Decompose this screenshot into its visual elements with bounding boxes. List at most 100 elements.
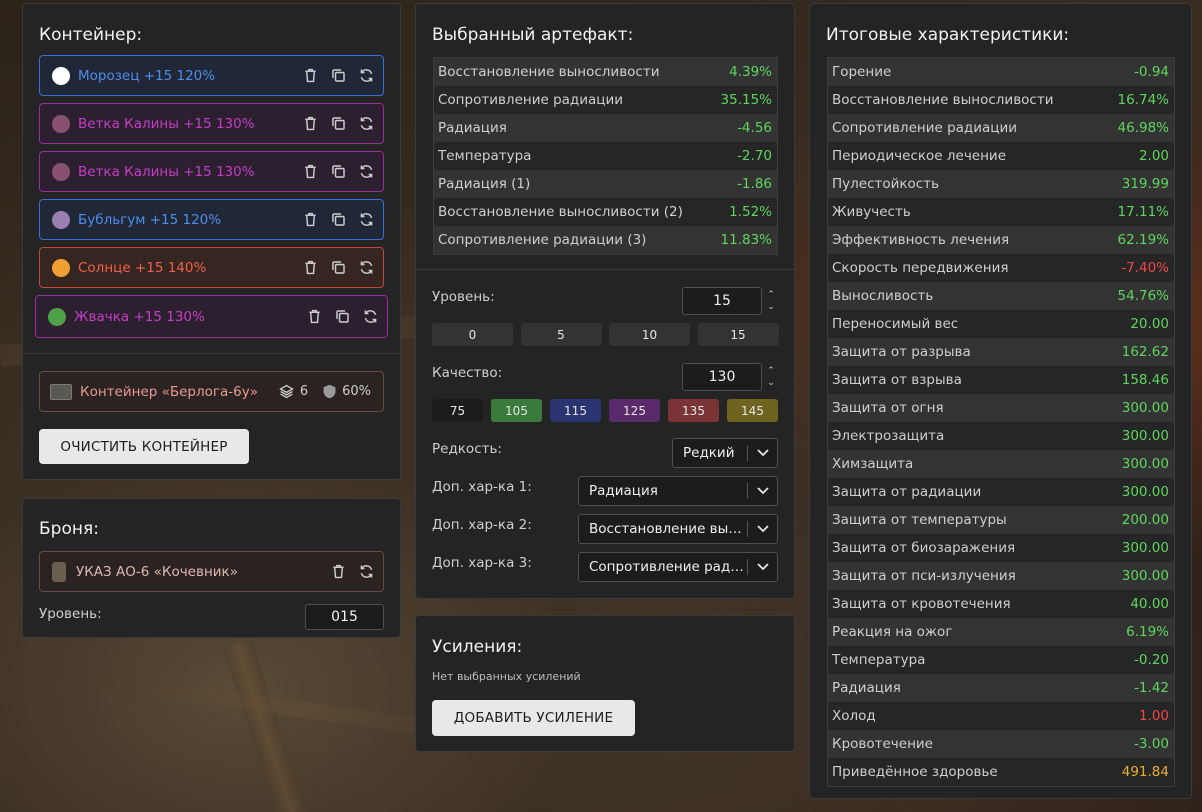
trash-icon[interactable] <box>329 563 347 581</box>
no-enhancements-text: Нет выбранных усилений <box>432 670 581 683</box>
stat-label: Периодическое лечение <box>832 148 1007 164</box>
stat-label: Пулестойкость <box>832 176 940 192</box>
stat-value: 300.00 <box>1121 456 1169 472</box>
quality-input[interactable]: 130 <box>682 363 762 391</box>
copy-icon[interactable] <box>329 115 347 133</box>
copy-icon[interactable] <box>329 211 347 229</box>
trash-icon[interactable] <box>301 115 319 133</box>
stat-row: Защита от взрыва 158.46 <box>828 366 1174 394</box>
trash-icon[interactable] <box>301 163 319 181</box>
chevron-down-icon[interactable]: ⌄ <box>767 301 775 313</box>
stat-label: Защита от биозаражения <box>832 540 1016 556</box>
quality-preset-button[interactable]: 145 <box>727 399 778 422</box>
stat-row: Сопротивление радиации (3) 11.83% <box>434 226 777 254</box>
chevron-up-icon[interactable]: ⌃ <box>767 365 775 377</box>
level-preset-button[interactable]: 0 <box>432 323 513 346</box>
copy-icon[interactable] <box>329 163 347 181</box>
stat-row: Защита от кровотечения 40.00 <box>828 590 1174 618</box>
stat-value: -2.70 <box>737 148 772 164</box>
copy-icon[interactable] <box>329 67 347 85</box>
extra3-label: Доп. хар-ка 3: <box>432 555 532 571</box>
stat-value: 1.52% <box>729 204 772 220</box>
artifact-row[interactable]: Солнце +15 140% <box>39 247 384 288</box>
stat-label: Радиация <box>832 680 901 696</box>
chevron-down-icon[interactable]: ⌄ <box>767 377 775 389</box>
stat-label: Защита от взрыва <box>832 372 962 388</box>
berry-branch-icon <box>52 162 70 181</box>
add-enhancement-button[interactable]: ДОБАВИТЬ УСИЛЕНИЕ <box>432 700 635 736</box>
stat-row: Пулестойкость 319.99 <box>828 170 1174 198</box>
chevron-up-icon[interactable]: ⌃ <box>767 289 775 301</box>
extra1-select[interactable]: Радиация <box>578 476 778 506</box>
clear-container-button[interactable]: ОЧИСТИТЬ КОНТЕЙНЕР <box>39 429 249 464</box>
chevron-down-icon <box>748 525 777 533</box>
divider <box>416 269 796 270</box>
bubblegum-icon <box>52 210 70 229</box>
stat-value: -3.00 <box>1134 736 1169 752</box>
level-preset-button[interactable]: 15 <box>697 323 779 346</box>
extra3-select[interactable]: Сопротивление радиации <box>578 552 778 582</box>
artifact-row[interactable]: Морозец +15 120% <box>39 55 384 96</box>
stat-label: Температура <box>832 652 926 668</box>
quality-preset-button[interactable]: 75 <box>432 399 483 422</box>
trash-icon[interactable] <box>301 67 319 85</box>
stat-value: 300.00 <box>1121 400 1169 416</box>
chevron-down-icon <box>748 487 777 495</box>
shield-icon <box>320 383 338 401</box>
stat-label: Выносливость <box>832 288 934 304</box>
armor-row[interactable]: УКАЗ АО-6 «Кочевник» <box>39 551 384 592</box>
artifact-name: Бубльгум +15 120% <box>78 211 222 228</box>
swap-icon[interactable] <box>357 563 375 581</box>
berry-branch-icon <box>52 114 70 133</box>
stat-label: Кровотечение <box>832 736 933 752</box>
stat-label: Эффективность лечения <box>832 232 1010 248</box>
quality-spinner[interactable]: ⌃ ⌄ <box>765 365 777 389</box>
container-protection: 60% <box>320 383 371 401</box>
level-input[interactable]: 15 <box>682 287 762 315</box>
stat-value: 35.15% <box>720 92 772 108</box>
container-panel: Контейнер: Морозец +15 120% Ветка Калины … <box>22 3 402 480</box>
stat-value: 2.00 <box>1138 148 1169 164</box>
swap-icon[interactable] <box>357 67 375 85</box>
level-spinner[interactable]: ⌃ ⌄ <box>765 289 777 313</box>
artifact-row[interactable]: Ветка Калины +15 130% <box>39 103 384 144</box>
stat-row: Температура -2.70 <box>434 142 777 170</box>
stat-label: Защита от радиации <box>832 484 982 500</box>
swap-icon[interactable] <box>357 163 375 181</box>
swap-icon[interactable] <box>357 115 375 133</box>
container-box-row[interactable]: Контейнер «Берлога-6у» 6 60% <box>39 371 384 412</box>
stat-value: 40.00 <box>1130 596 1169 612</box>
stat-row: Скорость передвижения -7.40% <box>828 254 1174 282</box>
armor-level-input[interactable]: 015 <box>305 604 384 630</box>
artifact-row[interactable]: Ветка Калины +15 130% <box>39 151 384 192</box>
quality-preset-button[interactable]: 125 <box>609 399 660 422</box>
container-title: Контейнер: <box>39 25 143 45</box>
stat-label: Горение <box>832 64 892 80</box>
stat-row: Периодическое лечение 2.00 <box>828 142 1174 170</box>
artifact-name: Солнце +15 140% <box>78 259 207 276</box>
quality-preset-button[interactable]: 135 <box>668 399 719 422</box>
extra2-select[interactable]: Восстановление выносливости <box>578 514 778 544</box>
level-label: Уровень: <box>432 289 495 305</box>
rarity-select[interactable]: Редкий <box>672 438 778 468</box>
artifact-row[interactable]: Бубльгум +15 120% <box>39 199 384 240</box>
trash-icon[interactable] <box>301 259 319 277</box>
quality-preset-button[interactable]: 105 <box>491 399 542 422</box>
trash-icon[interactable] <box>305 308 323 326</box>
swap-icon[interactable] <box>357 259 375 277</box>
quality-preset-button[interactable]: 115 <box>550 399 601 422</box>
swap-icon[interactable] <box>361 308 379 326</box>
container-protection-value: 60% <box>342 384 371 399</box>
level-preset-button[interactable]: 5 <box>520 323 602 346</box>
copy-icon[interactable] <box>329 259 347 277</box>
stat-row: Восстановление выносливости 4.39% <box>434 58 777 86</box>
artifact-row[interactable]: Жвачка +15 130% <box>35 295 388 338</box>
chevron-down-icon <box>748 563 777 571</box>
layers-icon <box>278 383 296 401</box>
stat-label: Холод <box>832 708 876 724</box>
level-preset-button[interactable]: 10 <box>609 323 690 346</box>
copy-icon[interactable] <box>333 308 351 326</box>
swap-icon[interactable] <box>357 211 375 229</box>
trash-icon[interactable] <box>301 211 319 229</box>
stat-label: Защита от кровотечения <box>832 596 1011 612</box>
